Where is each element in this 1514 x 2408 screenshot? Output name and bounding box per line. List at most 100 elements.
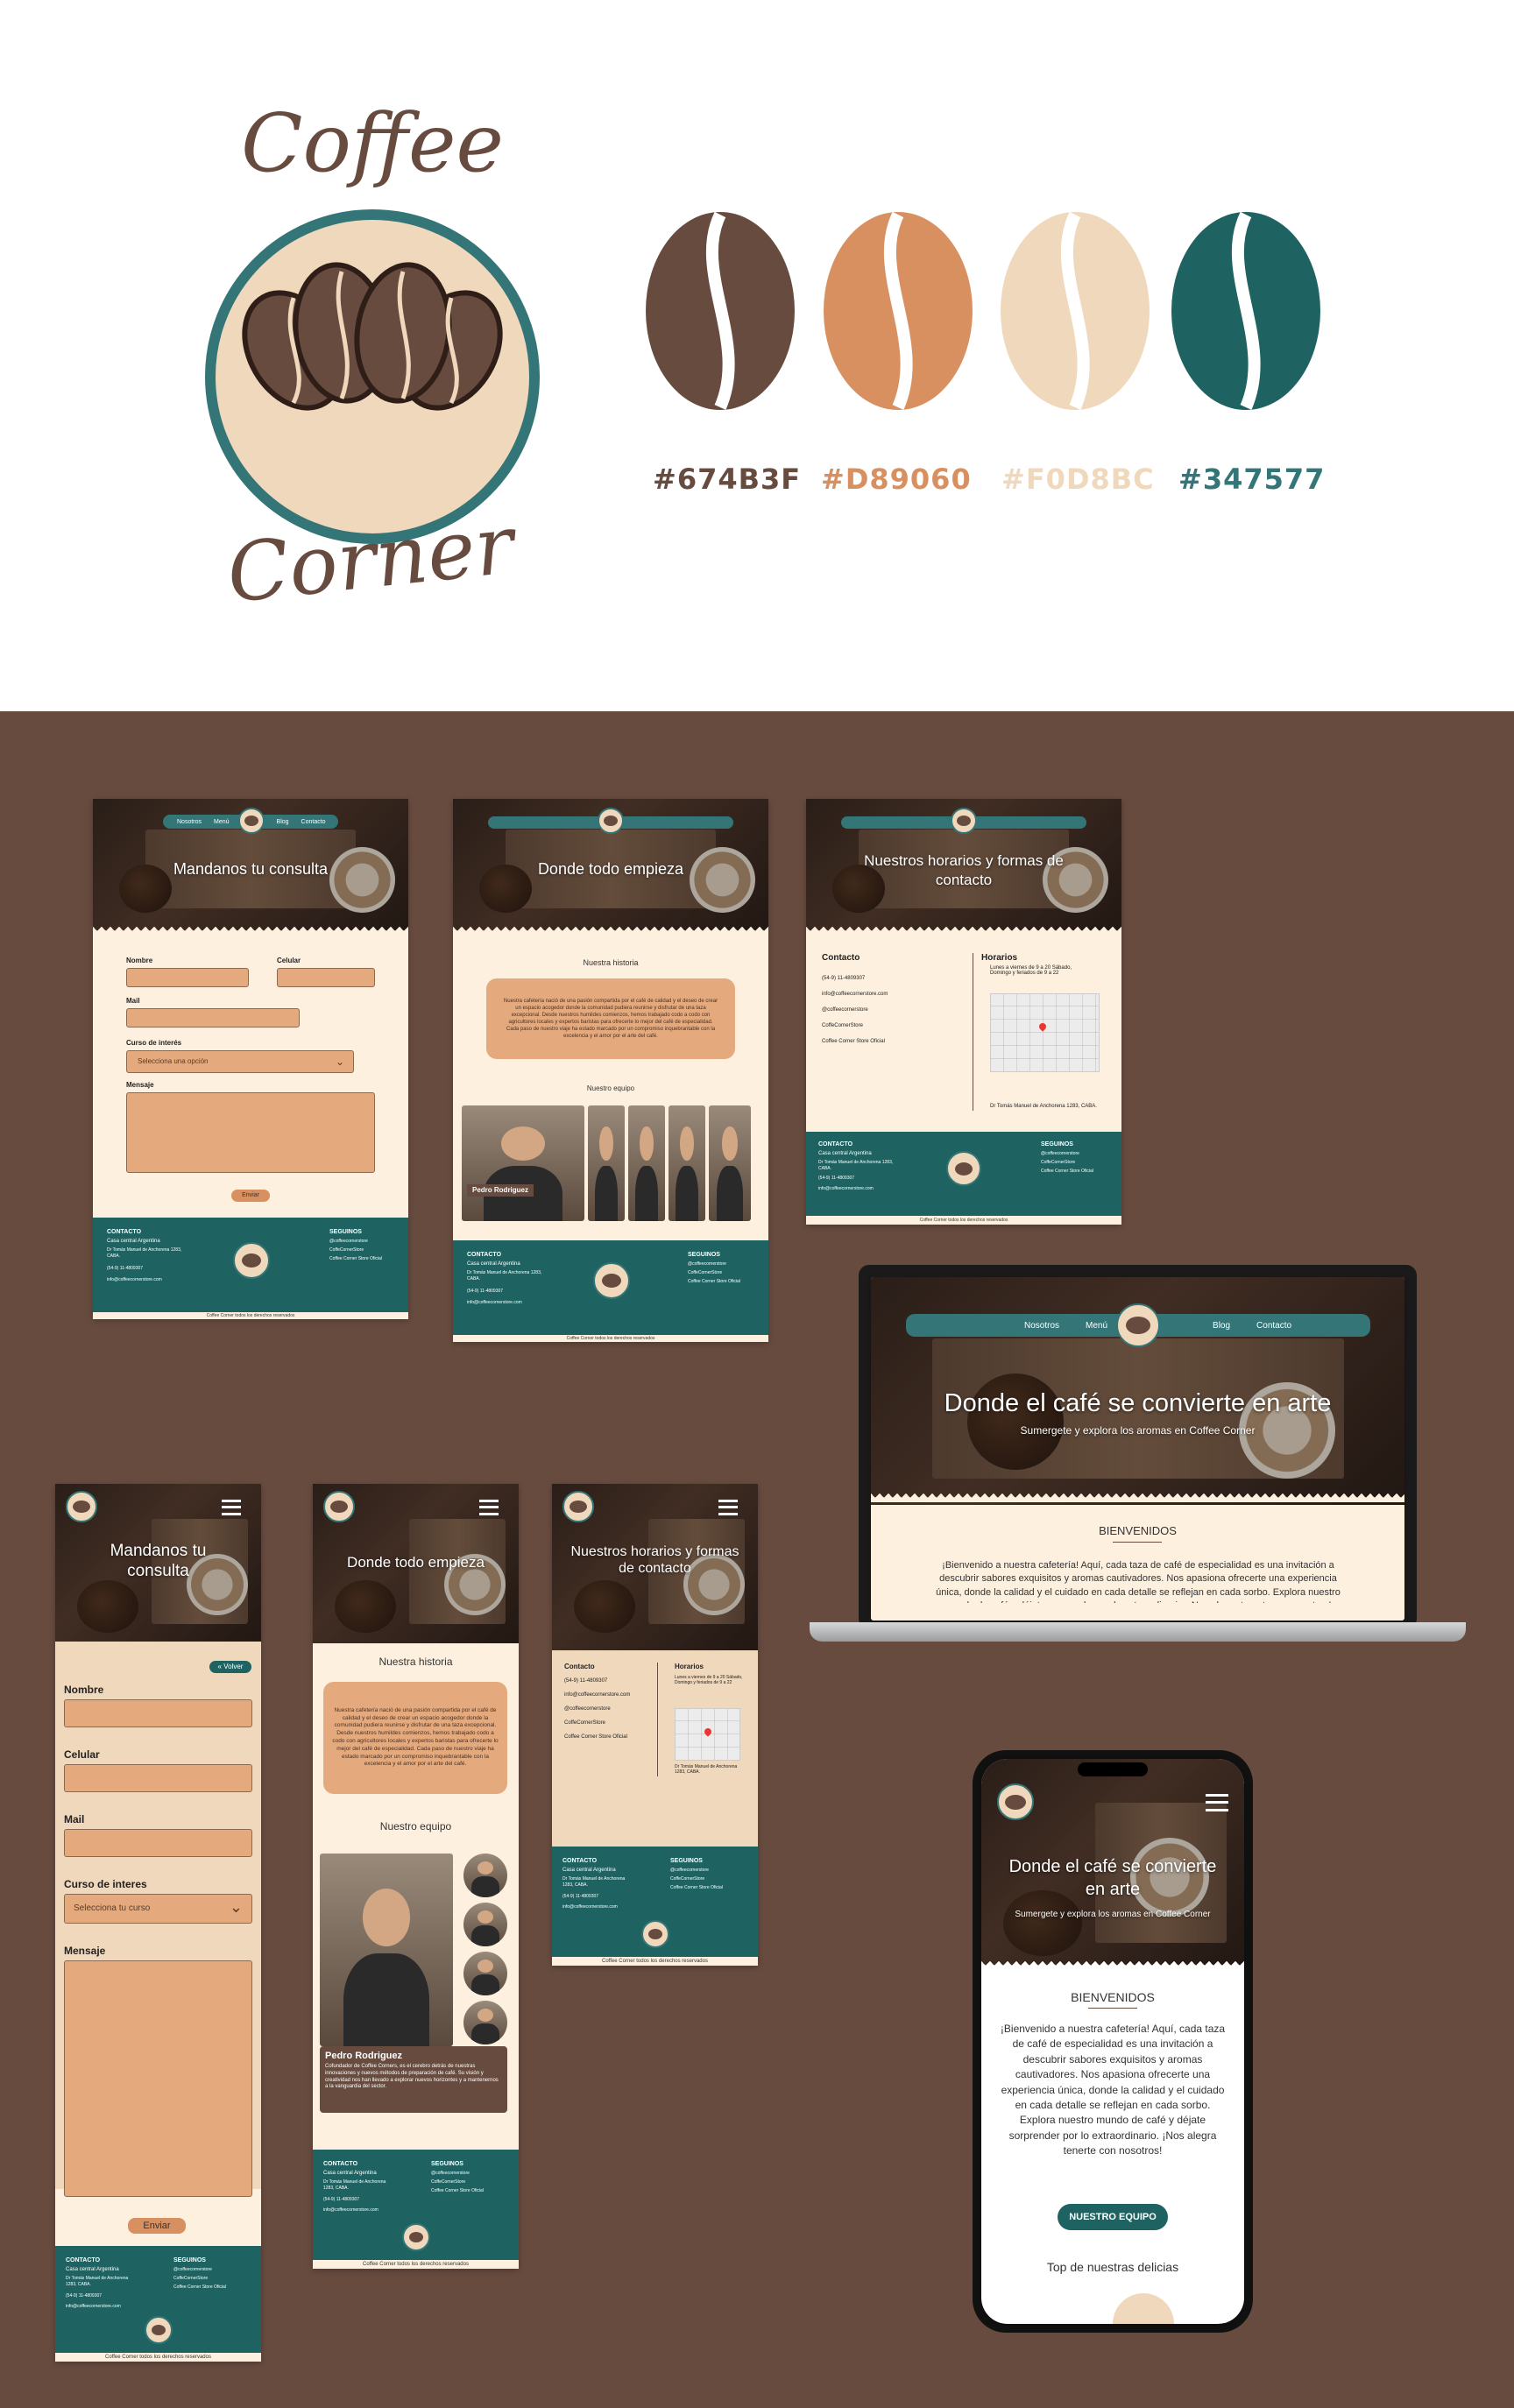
footer-seguinos-heading: SEGUINOS [670, 1858, 703, 1864]
celular-input[interactable] [64, 1764, 252, 1792]
footer-store[interactable]: Coffee Corner Store Oficial [329, 1256, 382, 1262]
footer-seguinos-heading: SEGUINOS [688, 1252, 720, 1258]
back-icon: « [217, 1663, 222, 1670]
footer-phone[interactable]: (54-9) 11-4809307 [107, 1266, 143, 1272]
nav-blog[interactable]: Blog [1213, 1321, 1230, 1331]
enviar-button[interactable]: Enviar [231, 1190, 270, 1202]
volver-button[interactable]: « Volver [209, 1661, 251, 1673]
location-map[interactable] [990, 993, 1100, 1072]
location-map[interactable] [675, 1708, 740, 1761]
footer-email[interactable]: info@coffeecornerstore.com [323, 2207, 378, 2214]
curso-select-value: Selecciona tu curso [74, 1903, 151, 1913]
historia-text: Nuestra cafetería nació de una pasión co… [503, 998, 718, 1040]
footer-email[interactable]: info@coffeecornerstore.com [66, 2304, 121, 2310]
footer-store[interactable]: Coffee Corner Store Oficial [431, 2188, 484, 2194]
contacto-phone[interactable]: (54-9) 11-4809307 [822, 976, 865, 981]
contacto-instagram[interactable]: @coffeecornerstore [822, 1007, 868, 1013]
contacto-instagram[interactable]: @coffeecornerstore [564, 1706, 611, 1712]
footer-facebook[interactable]: CoffeCornerStore [688, 1270, 722, 1276]
curso-select[interactable]: Selecciona una opción ⌄ [126, 1050, 354, 1073]
footer-facebook[interactable]: CoffeCornerStore [173, 2276, 208, 2282]
contacto-facebook[interactable]: CoffeCornerStore [822, 1023, 863, 1028]
footer-instagram[interactable]: @coffeecornerstore [670, 1868, 709, 1874]
footer-phone[interactable]: (54-9) 11-4809307 [66, 2293, 102, 2299]
nav-logo[interactable] [997, 1783, 1034, 1820]
footer-store[interactable]: Coffee Corner Store Oficial [670, 1885, 723, 1891]
mensaje-label: Mensaje [126, 1081, 154, 1089]
footer-casa: Casa central Argentina [562, 1868, 616, 1873]
contacto-facebook[interactable]: CoffeCornerStore [564, 1720, 605, 1726]
nav-logo[interactable] [562, 1491, 594, 1522]
contacto-store[interactable]: Coffee Corner Store Oficial [564, 1734, 627, 1740]
footer-phone[interactable]: (54-9) 11-4809307 [323, 2197, 359, 2203]
footer-casa: Casa central Argentina [818, 1151, 872, 1156]
footer-email[interactable]: info@coffeecornerstore.com [467, 1300, 522, 1306]
footer-store[interactable]: Coffee Corner Store Oficial [1041, 1169, 1093, 1175]
nombre-input[interactable] [126, 968, 249, 987]
team-photo-2 [588, 1105, 625, 1221]
footer-contacto-heading: CONTACTO [323, 2161, 358, 2167]
footer-phone[interactable]: (54-9) 11-4809307 [818, 1176, 854, 1182]
nav-menu[interactable]: Menú [1086, 1321, 1107, 1331]
nav-blog[interactable]: Blog [277, 819, 289, 825]
welcome-text: ¡Bienvenido a nuestra cafetería! Aquí, c… [1000, 2023, 1226, 2157]
contacto-email[interactable]: info@coffeecornerstore.com [822, 992, 888, 997]
nombre-input[interactable] [64, 1699, 252, 1727]
nav-contacto[interactable]: Contacto [1256, 1321, 1291, 1331]
map-address: Dr Tomás Manuel de Anchorena 1283, CABA. [675, 1764, 738, 1775]
footer-instagram[interactable]: @coffeecornerstore [431, 2171, 470, 2177]
footer-facebook[interactable]: CoffeCornerStore [329, 1247, 364, 1253]
nav-logo[interactable] [598, 808, 624, 834]
hero-banner: Donde todo empieza [453, 799, 768, 935]
nav-logo[interactable] [323, 1491, 355, 1522]
phone-notch [1078, 1762, 1148, 1776]
enviar-button[interactable]: Enviar [128, 2218, 186, 2234]
mail-input[interactable] [126, 1008, 300, 1027]
celular-input[interactable] [277, 968, 375, 987]
contacto-phone[interactable]: (54-9) 11-4809307 [564, 1678, 607, 1684]
mensaje-textarea[interactable] [126, 1092, 375, 1173]
historia-text-box: Nuestra cafetería nació de una pasión co… [323, 1682, 507, 1794]
nav-contacto[interactable]: Contacto [301, 819, 326, 825]
footer-instagram[interactable]: @coffeecornerstore [173, 2267, 212, 2273]
nav-nosotros[interactable]: Nosotros [177, 819, 202, 825]
footer-casa: Casa central Argentina [467, 1261, 520, 1267]
nuestro-equipo-button[interactable]: NUESTRO EQUIPO [1058, 2204, 1168, 2230]
footer-email[interactable]: info@coffeecornerstore.com [818, 1186, 874, 1192]
footer-store[interactable]: Coffee Corner Store Oficial [173, 2284, 226, 2291]
mensaje-textarea[interactable] [64, 1960, 252, 2197]
footer-facebook[interactable]: CoffeCornerStore [670, 1876, 704, 1882]
footer-phone[interactable]: (54-9) 11-4809307 [562, 1894, 598, 1900]
footer-instagram[interactable]: @coffeecornerstore [688, 1261, 726, 1268]
contacto-store[interactable]: Coffee Corner Store Oficial [822, 1039, 885, 1044]
hamburger-menu-icon[interactable] [222, 1500, 241, 1515]
bienvenidos-heading: BIENVENIDOS [1071, 1990, 1155, 2004]
footer-copyright: Coffee Corner todos los derechos reserva… [552, 1957, 758, 1966]
hamburger-menu-icon[interactable] [479, 1500, 499, 1515]
nav-logo[interactable] [1116, 1303, 1160, 1347]
page-title: Mandanos tu consulta [173, 860, 329, 878]
hamburger-menu-icon[interactable] [718, 1500, 738, 1515]
historia-text-box: Nuestra cafetería nació de una pasión co… [486, 978, 735, 1059]
footer-email[interactable]: info@coffeecornerstore.com [107, 1277, 162, 1283]
nav-menu[interactable]: Menú [214, 819, 230, 825]
footer-facebook[interactable]: CoffeCornerStore [1041, 1160, 1075, 1166]
footer-store[interactable]: Coffee Corner Store Oficial [688, 1279, 740, 1285]
nav-logo[interactable] [238, 808, 265, 834]
mobile-consulta-screen: Mandanos tu consulta « Volver Nombre Cel… [55, 1484, 261, 2362]
nav-nosotros[interactable]: Nosotros [1024, 1321, 1059, 1331]
delicia-thumbnail[interactable] [1113, 2293, 1174, 2324]
footer-facebook[interactable]: CoffeCornerStore [431, 2179, 465, 2186]
mail-input[interactable] [64, 1829, 252, 1857]
footer-phone[interactable]: (54-9) 11-4809307 [467, 1289, 503, 1295]
hamburger-menu-icon[interactable] [1206, 1794, 1228, 1811]
curso-select[interactable]: Selecciona tu curso ⌄ [64, 1894, 252, 1924]
footer-casa-address: Dr Tomás Manuel de Anchorena 1283, CABA. [107, 1247, 182, 1259]
hero-banner: Nuestros horarios y formas de contacto [552, 1484, 758, 1650]
contacto-email[interactable]: info@coffeecornerstore.com [564, 1692, 630, 1698]
nav-logo[interactable] [66, 1491, 97, 1522]
footer-instagram[interactable]: @coffeecornerstore [329, 1239, 368, 1245]
footer-email[interactable]: info@coffeecornerstore.com [562, 1904, 618, 1910]
nav-logo[interactable] [951, 808, 977, 834]
footer-instagram[interactable]: @coffeecornerstore [1041, 1151, 1079, 1157]
